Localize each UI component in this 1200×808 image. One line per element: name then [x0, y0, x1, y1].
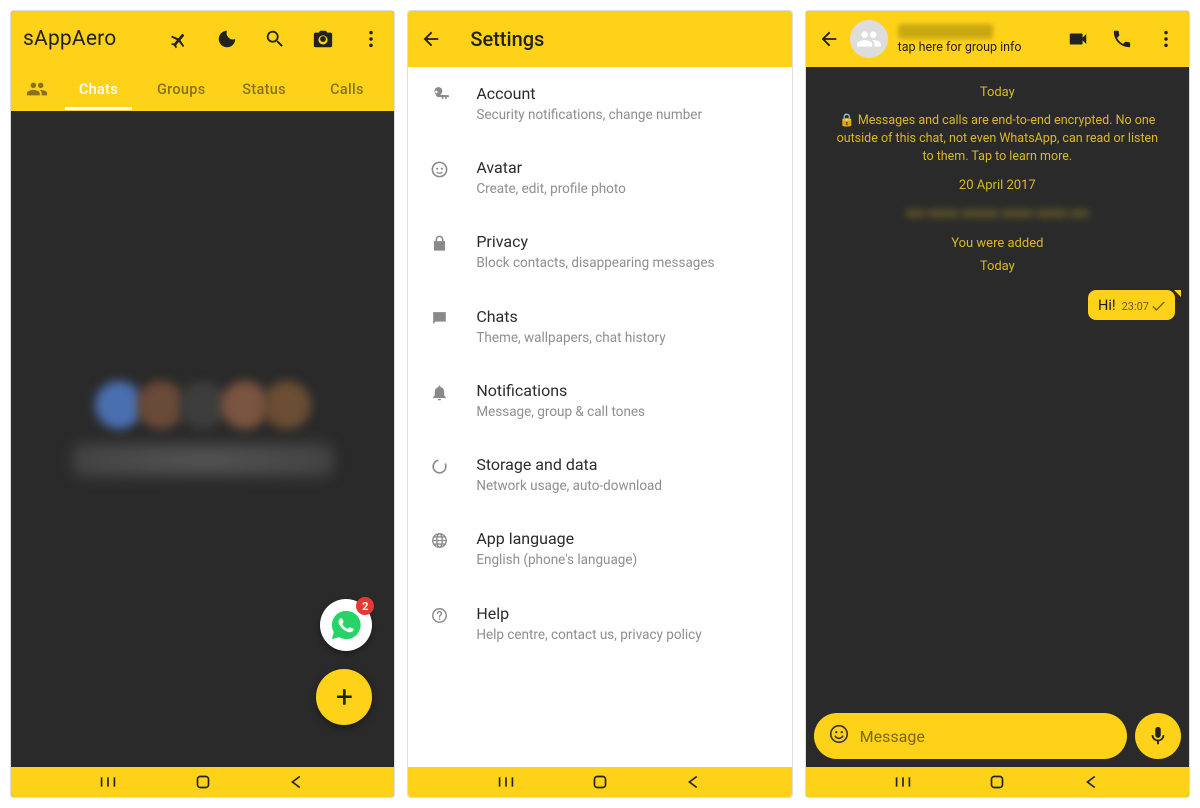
whatsapp-floating-icon[interactable]: 2 — [320, 599, 372, 651]
input-placeholder: Message — [860, 727, 925, 746]
settings-row-avatar[interactable]: AvatarCreate, edit, profile photo — [408, 141, 791, 215]
date-badge: Today — [820, 259, 1175, 274]
recent-icon[interactable] — [97, 775, 119, 789]
chat-header[interactable]: tap here for group info — [806, 11, 1189, 67]
recent-icon[interactable] — [495, 775, 517, 789]
phone-icon[interactable] — [1111, 28, 1133, 50]
android-nav — [408, 767, 791, 797]
message-text: Hi! — [1098, 297, 1116, 314]
composer: Message — [806, 705, 1189, 767]
date-badge: 20 April 2017 — [820, 178, 1175, 193]
home-icon[interactable] — [589, 775, 611, 789]
system-msg-blurred: xxx xxxxx xxxxxx xxxxx xxxxx xxx — [820, 201, 1175, 227]
mic-button[interactable] — [1135, 713, 1181, 759]
key-icon — [430, 84, 466, 105]
back-arrow-icon[interactable] — [818, 28, 840, 50]
back-arrow-icon[interactable] — [420, 28, 442, 50]
settings-screen: Settings AccountSecurity notifications, … — [407, 10, 792, 798]
more-icon[interactable] — [360, 28, 382, 50]
back-icon[interactable] — [286, 775, 308, 789]
settings-row-chats[interactable]: ChatsTheme, wallpapers, chat history — [408, 290, 791, 364]
system-msg: You were added — [820, 236, 1175, 251]
date-badge: Today — [820, 85, 1175, 100]
sent-check-icon — [1152, 301, 1166, 311]
group-name-blurred — [898, 24, 993, 39]
moon-icon[interactable] — [216, 28, 238, 50]
settings-row-help[interactable]: HelpHelp centre, contact us, privacy pol… — [408, 587, 791, 661]
badge-count: 2 — [356, 597, 374, 615]
face-icon — [430, 158, 466, 179]
settings-row-account[interactable]: AccountSecurity notifications, change nu… — [408, 67, 791, 141]
message-list[interactable]: Today 🔒 Messages and calls are end-to-en… — [806, 67, 1189, 705]
settings-row-storage[interactable]: Storage and dataNetwork usage, auto-down… — [408, 438, 791, 512]
back-icon[interactable] — [683, 775, 705, 789]
android-nav — [806, 767, 1189, 797]
android-nav — [11, 767, 394, 797]
settings-list: AccountSecurity notifications, change nu… — [408, 67, 791, 767]
lock-icon — [430, 232, 466, 253]
message-time: 23:07 — [1122, 300, 1149, 313]
settings-title: Settings — [470, 27, 544, 51]
video-call-icon[interactable] — [1067, 28, 1089, 50]
settings-row-language[interactable]: App languageEnglish (phone's language) — [408, 512, 791, 586]
globe-icon — [430, 529, 466, 550]
home-icon[interactable] — [986, 775, 1008, 789]
chat-screen: tap here for group info Today 🔒 Messages… — [805, 10, 1190, 798]
tab-status[interactable]: Status — [223, 69, 306, 110]
tab-bar: Chats Groups Status Calls — [11, 67, 394, 111]
chat-list-body: 2 + — [11, 111, 394, 767]
settings-row-notifications[interactable]: NotificationsMessage, group & call tones — [408, 364, 791, 438]
group-subtitle: tap here for group info — [898, 41, 1057, 55]
back-icon[interactable] — [1081, 775, 1103, 789]
help-icon — [430, 604, 466, 625]
new-chat-fab[interactable]: + — [316, 669, 372, 725]
data-icon — [430, 455, 466, 476]
blurred-empty-state — [11, 381, 394, 477]
home-icon[interactable] — [192, 775, 214, 789]
settings-row-privacy[interactable]: PrivacyBlock contacts, disappearing mess… — [408, 215, 791, 289]
emoji-icon[interactable] — [828, 723, 850, 749]
airplane-icon[interactable] — [168, 28, 190, 50]
search-icon[interactable] — [264, 28, 286, 50]
settings-appbar: Settings — [408, 11, 791, 67]
encryption-notice[interactable]: 🔒 Messages and calls are end-to-end encr… — [820, 108, 1175, 170]
app-bar: sAppAero — [11, 11, 394, 67]
message-input[interactable]: Message — [814, 713, 1127, 759]
chats-screen: sAppAero Chats Groups Status Calls 2 + — [10, 10, 395, 798]
tab-calls[interactable]: Calls — [305, 69, 388, 110]
community-icon[interactable] — [17, 78, 57, 100]
chat-title-area[interactable]: tap here for group info — [898, 24, 1057, 55]
tab-groups[interactable]: Groups — [140, 69, 223, 110]
chat-icon — [430, 307, 466, 328]
app-title: sAppAero — [23, 27, 116, 51]
tab-chats[interactable]: Chats — [57, 69, 140, 110]
recent-icon[interactable] — [892, 775, 914, 789]
bell-icon — [430, 381, 466, 402]
camera-icon[interactable] — [312, 28, 334, 50]
more-icon[interactable] — [1155, 28, 1177, 50]
outgoing-message[interactable]: Hi! 23:07 — [1088, 290, 1175, 320]
group-avatar[interactable] — [850, 20, 888, 58]
